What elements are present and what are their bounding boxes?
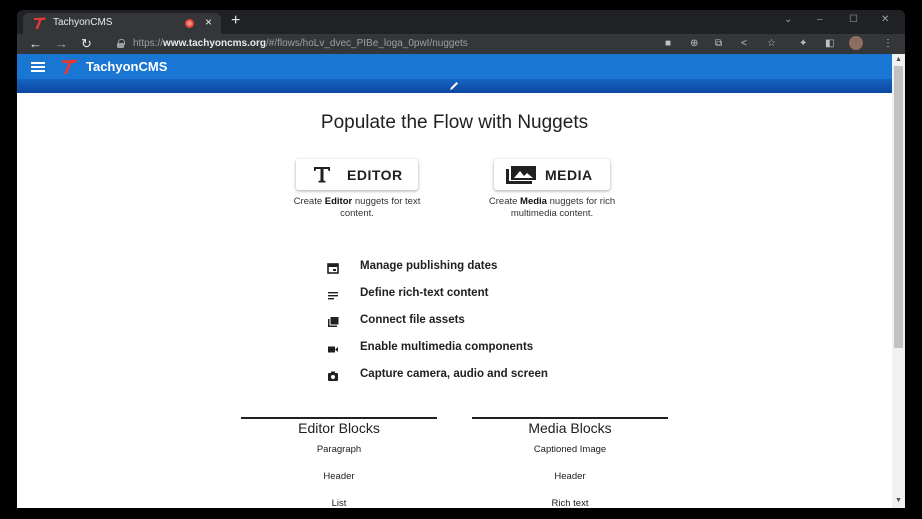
zoom-icon[interactable]: ⊕ [690,37,698,51]
page-title: Populate the Flow with Nuggets [320,112,589,133]
editor-description: Create Editor nuggets for text content. [293,196,421,219]
text-lines-icon [328,292,338,300]
close-window-button[interactable]: ✕ [881,14,889,25]
install-app-icon[interactable]: ⧉ [715,37,722,51]
reload-icon[interactable]: ↻ [81,35,92,53]
side-panel-icon[interactable]: ◧ [825,37,834,51]
new-tab-button[interactable]: + [231,12,240,30]
edit-pencil-icon[interactable] [449,81,459,91]
tab-title: TachyonCMS [53,17,113,28]
editor-button-label: EDITOR [347,167,403,183]
tachyon-logo-icon [34,17,46,29]
recording-indicator-icon [185,19,194,28]
app-title: TachyonCMS [86,59,168,74]
menu-icon[interactable] [31,62,45,72]
scroll-down-icon[interactable]: ▼ [895,497,902,504]
text-t-icon [314,167,330,183]
extensions-icon[interactable]: ✦ [799,37,807,51]
list-item: Paragraph [316,444,362,455]
menu-kebab-icon[interactable]: ⋮ [883,37,893,51]
list-item: Header [554,471,586,482]
media-button-label: MEDIA [545,167,593,183]
divider [241,417,437,419]
list-item: List [331,498,347,508]
editor-button[interactable]: EDITOR [296,159,418,190]
browser-window: TachyonCMS × + ⌄ – ☐ ✕ ← → ↻ https://www… [17,10,905,508]
media-button[interactable]: MEDIA [494,159,610,190]
share-icon[interactable]: < [741,37,747,51]
camera-icon [328,371,338,381]
forward-icon[interactable]: → [55,35,68,53]
minimize-button[interactable]: – [817,14,823,25]
maximize-button[interactable]: ☐ [849,14,858,25]
tab-strip: TachyonCMS × + ⌄ – ☐ ✕ [17,10,905,34]
main-content: Populate the Flow with Nuggets EDITOR Cr… [17,93,892,508]
flow-banner [17,79,892,93]
camera-in-use-icon[interactable]: ■ [665,37,671,51]
tachyon-logo-icon [62,59,77,74]
browser-tab[interactable]: TachyonCMS × [23,13,221,34]
url-text: https://www.tachyoncms.org/#/flows/hoLv_… [133,38,468,49]
address-bar[interactable]: https://www.tachyoncms.org/#/flows/hoLv_… [109,36,649,52]
scrollbar-thumb[interactable] [894,66,903,348]
media-description: Create Media nuggets for rich multimedia… [488,196,616,219]
tab-close-button[interactable]: × [205,15,212,29]
profile-avatar[interactable] [849,36,863,50]
media-blocks-title: Media Blocks [528,420,612,436]
video-camera-icon [328,346,338,353]
bookmark-star-icon[interactable]: ☆ [767,37,776,51]
scroll-up-icon[interactable]: ▲ [895,56,902,63]
back-icon[interactable]: ← [29,35,42,53]
calendar-icon [327,263,339,274]
list-item: Rich text [551,498,589,508]
app-header: TachyonCMS [17,54,892,79]
list-item: Captioned Image [533,444,607,455]
browser-toolbar: ← → ↻ https://www.tachyoncms.org/#/flows… [17,34,905,54]
file-assets-icon [328,317,339,327]
tab-search-button[interactable]: ⌄ [784,14,792,25]
editor-blocks-title: Editor Blocks [298,420,380,436]
media-blocks-list: Media Blocks Captioned Image Header Rich… [472,417,668,508]
page-scrollbar[interactable]: ▲ ▼ [892,54,905,508]
media-library-icon [506,166,536,184]
editor-blocks-list: Editor Blocks Paragraph Header List [241,417,437,508]
divider [472,417,668,419]
list-item: Header [323,471,355,482]
lock-icon [117,39,125,48]
